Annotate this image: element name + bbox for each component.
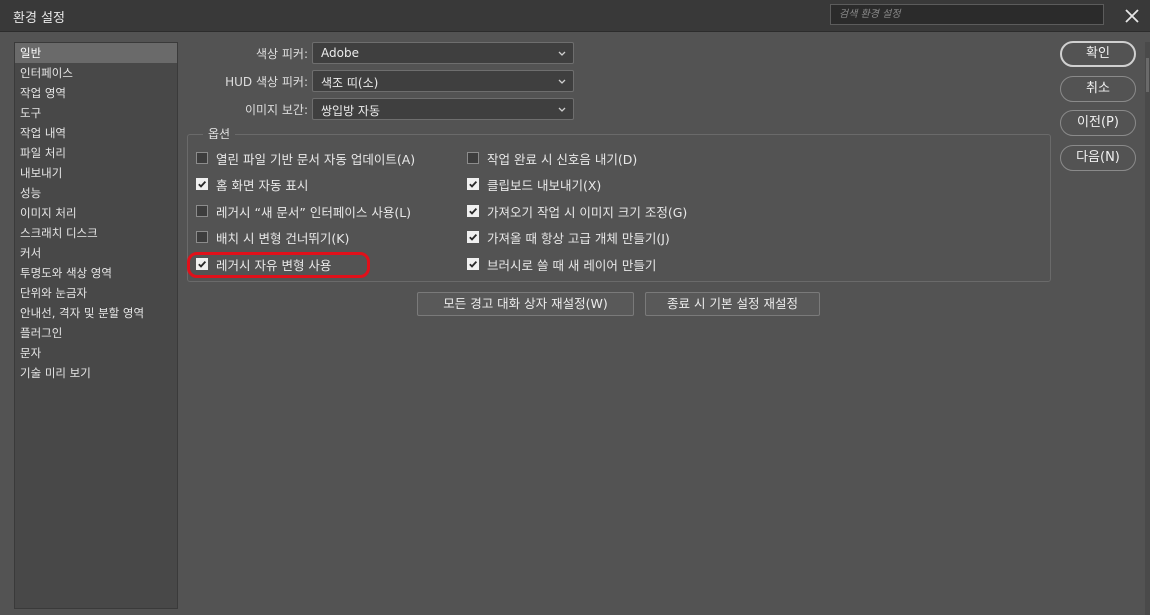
highlight-ring	[187, 252, 370, 278]
chevron-down-icon	[558, 107, 566, 112]
hud-color-picker-select[interactable]: 색조 띠(소)	[312, 70, 574, 92]
beep-when-done-label: 작업 완료 시 신호음 내기(D)	[487, 151, 638, 167]
legacy-new-document-label: 레거시 “새 문서” 인터페이스 사용(L)	[216, 204, 412, 220]
skip-transform-when-placing-option[interactable]: 배치 시 변형 건너뛰기(K)	[196, 228, 349, 246]
sidebar-item-plugins[interactable]: 플러그인	[15, 323, 177, 343]
beep-when-done-checkbox[interactable]	[467, 152, 479, 164]
new-layer-when-painting-checkbox[interactable]	[467, 258, 479, 270]
always-create-smart-objects-label: 가져올 때 항상 고급 개체 만들기(J)	[487, 230, 670, 246]
resize-image-during-place-option[interactable]: 가져오기 작업 시 이미지 크기 조정(G)	[467, 202, 687, 220]
hud-color-picker-label: HUD 색상 피커:	[225, 75, 308, 89]
sidebar-item-interface[interactable]: 인터페이스	[15, 63, 177, 83]
title-bar: 환경 설정	[0, 0, 1150, 32]
auto-update-open-documents-label: 열린 파일 기반 문서 자동 업데이트(A)	[216, 151, 416, 167]
image-interpolation-label: 이미지 보간:	[244, 103, 308, 117]
sidebar-item-cursors[interactable]: 커서	[15, 243, 177, 263]
sidebar-item-units-rulers[interactable]: 단위와 눈금자	[15, 283, 177, 303]
checkmark-icon	[469, 260, 478, 268]
scrollbar-thumb[interactable]	[1146, 58, 1149, 92]
auto-update-open-documents-checkbox[interactable]	[196, 152, 208, 164]
sidebar-item-performance[interactable]: 성능	[15, 183, 177, 203]
reset-warning-dialogs-button[interactable]: 모든 경고 대화 상자 재설정(W)	[417, 292, 634, 316]
legacy-new-document-option[interactable]: 레거시 “새 문서” 인터페이스 사용(L)	[196, 202, 411, 220]
auto-show-home-screen-checkbox[interactable]	[196, 178, 208, 190]
sidebar: 일반 인터페이스 작업 영역 도구 작업 내역 파일 처리 내보내기 성능 이미…	[14, 42, 178, 609]
resize-image-during-place-label: 가져오기 작업 시 이미지 크기 조정(G)	[487, 204, 688, 220]
ok-button[interactable]: 확인	[1060, 41, 1136, 67]
close-icon	[1125, 9, 1139, 23]
always-create-smart-objects-checkbox[interactable]	[467, 231, 479, 243]
search-input[interactable]	[830, 4, 1104, 25]
sidebar-item-technology-previews[interactable]: 기술 미리 보기	[15, 363, 177, 383]
image-interpolation-select[interactable]: 쌍입방 자동	[312, 98, 574, 120]
image-interpolation-value: 쌍입방 자동	[321, 104, 381, 118]
reset-preferences-on-quit-button[interactable]: 종료 시 기본 설정 재설정	[645, 292, 820, 316]
color-picker-label: 색상 피커:	[255, 47, 308, 61]
skip-transform-when-placing-label: 배치 시 변형 건너뛰기(K)	[216, 230, 350, 246]
sidebar-item-tools[interactable]: 도구	[15, 103, 177, 123]
sidebar-item-history[interactable]: 작업 내역	[15, 123, 177, 143]
export-clipboard-label: 클립보드 내보내기(X)	[487, 177, 602, 193]
sidebar-item-guides-grid-slices[interactable]: 안내선, 격자 및 분할 영역	[15, 303, 177, 323]
skip-transform-when-placing-checkbox[interactable]	[196, 231, 208, 243]
sidebar-item-scratch-disks[interactable]: 스크래치 디스크	[15, 223, 177, 243]
resize-image-during-place-checkbox[interactable]	[467, 205, 479, 217]
export-clipboard-checkbox[interactable]	[467, 178, 479, 190]
color-picker-value: Adobe	[321, 46, 359, 60]
sidebar-item-export[interactable]: 내보내기	[15, 163, 177, 183]
sidebar-item-file-handling[interactable]: 파일 처리	[15, 143, 177, 163]
window-title: 환경 설정	[13, 11, 65, 26]
prev-button[interactable]: 이전(P)	[1060, 110, 1136, 136]
close-button[interactable]	[1120, 4, 1144, 28]
next-button[interactable]: 다음(N)	[1060, 145, 1136, 171]
scrollbar-track[interactable]	[1145, 42, 1150, 615]
sidebar-item-general[interactable]: 일반	[15, 43, 177, 63]
beep-when-done-option[interactable]: 작업 완료 시 신호음 내기(D)	[467, 149, 637, 167]
export-clipboard-option[interactable]: 클립보드 내보내기(X)	[467, 175, 601, 193]
sidebar-item-type[interactable]: 문자	[15, 343, 177, 363]
legacy-new-document-checkbox[interactable]	[196, 205, 208, 217]
hud-color-picker-value: 색조 띠(소)	[321, 76, 379, 90]
auto-update-open-documents-option[interactable]: 열린 파일 기반 문서 자동 업데이트(A)	[196, 149, 415, 167]
always-create-smart-objects-option[interactable]: 가져올 때 항상 고급 개체 만들기(J)	[467, 228, 670, 246]
auto-show-home-screen-option[interactable]: 홈 화면 자동 표시	[196, 175, 308, 193]
checkmark-icon	[198, 180, 207, 188]
color-picker-select[interactable]: Adobe	[312, 42, 574, 64]
checkmark-icon	[469, 180, 478, 188]
checkmark-icon	[469, 233, 478, 241]
cancel-button[interactable]: 취소	[1060, 76, 1136, 102]
checkmark-icon	[469, 207, 478, 215]
new-layer-when-painting-option[interactable]: 브러시로 쓸 때 새 레이어 만들기	[467, 255, 656, 273]
sidebar-item-transparency-gamut[interactable]: 투명도와 색상 영역	[15, 263, 177, 283]
auto-show-home-screen-label: 홈 화면 자동 표시	[216, 177, 309, 193]
options-group-label: 옵션	[203, 125, 236, 142]
chevron-down-icon	[558, 79, 566, 84]
sidebar-item-workspace[interactable]: 작업 영역	[15, 83, 177, 103]
new-layer-when-painting-label: 브러시로 쓸 때 새 레이어 만들기	[487, 257, 657, 273]
sidebar-item-image-processing[interactable]: 이미지 처리	[15, 203, 177, 223]
chevron-down-icon	[558, 51, 566, 56]
